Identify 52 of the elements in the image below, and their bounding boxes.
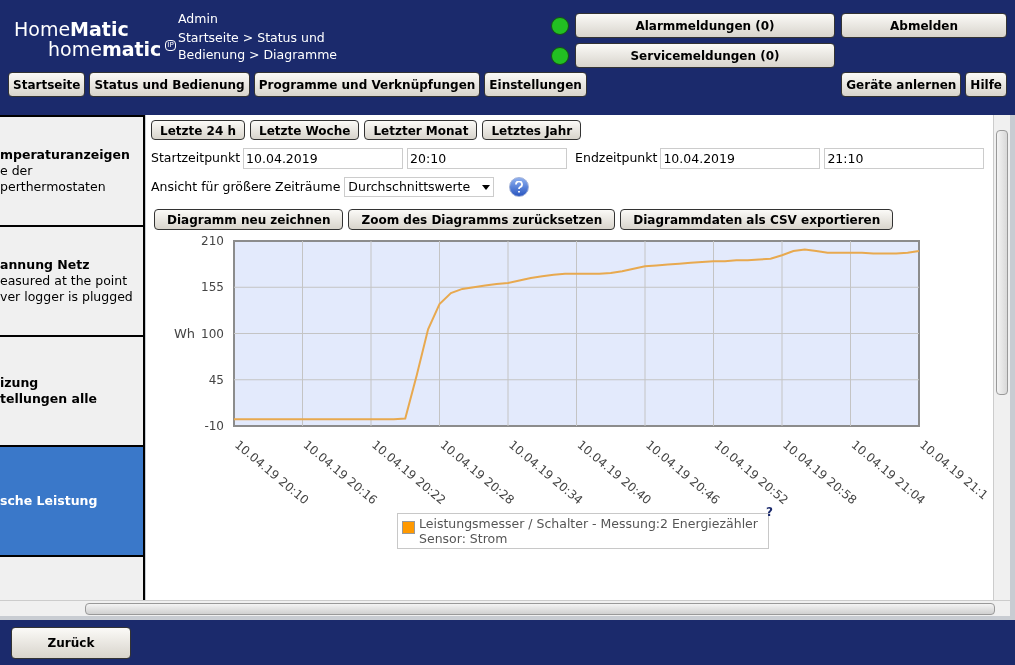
message-button[interactable]: Alarmmeldungen (0) [575, 13, 835, 38]
item-title: sche Leistung [0, 493, 99, 509]
nav-button[interactable]: Startseite [8, 72, 86, 97]
range-button[interactable]: Letzte Woche [250, 120, 360, 140]
nav-button[interactable]: Einstellungen [484, 72, 587, 97]
y-tick-label: 155 [201, 280, 224, 295]
y-tick-label: 100 [201, 326, 224, 341]
user-name: Admin [178, 10, 219, 27]
vertical-scrollbar[interactable] [993, 115, 1010, 600]
nav-button[interactable]: Geräte anlernen [841, 72, 962, 97]
sidebar-item[interactable]: annung Netz easured at the point ver logger is plugged [0, 227, 143, 337]
item-title: izung tellungen alle [0, 375, 98, 407]
view-select[interactable]: Durchschnittswerte [344, 177, 495, 197]
horizontal-scrollbar[interactable] [0, 600, 1010, 616]
date-field[interactable]: 10.04.2019 [660, 147, 821, 169]
y-tick-label: 210 [201, 234, 224, 248]
help-icon[interactable] [509, 177, 530, 197]
range-button[interactable]: Letzter Monat [364, 120, 478, 140]
item-description: e der perthermostaten [0, 163, 107, 195]
breadcrumb: Startseite > Status und Bedienung > Diagramme [178, 29, 339, 63]
logo-text: homematic [48, 39, 162, 59]
date-field[interactable]: 10.04.2019 [243, 147, 404, 169]
range-button[interactable]: Letztes Jahr [482, 120, 582, 140]
logo-text: HomeMatic [14, 19, 130, 39]
action-button[interactable]: Zoom des Diagramms zurücksetzen [348, 209, 616, 230]
item-title: mperaturanzeigen [0, 147, 131, 163]
y-tick-label: -10 [204, 419, 224, 433]
item-description: easured at the point ver logger is plugged [0, 273, 134, 305]
action-button[interactable]: Diagrammdaten als CSV exportieren [620, 209, 894, 230]
sidebar-item[interactable]: izung tellungen alle [0, 337, 143, 447]
nav-button[interactable]: Status und Bedienung [89, 72, 250, 97]
field-label: Startzeitpunkt [151, 148, 241, 167]
nav-button[interactable]: Programme und Verknüpfungen [253, 72, 481, 97]
time-field[interactable]: 20:10 [407, 147, 568, 169]
back-button[interactable]: Zurück [11, 626, 131, 659]
field-label: Ansicht für größere Zeiträume [151, 177, 341, 196]
action-button[interactable]: Diagramm neu zeichnen [154, 209, 344, 230]
legend-swatch [402, 521, 415, 534]
sidebar-item[interactable]: sche Leistung [0, 447, 143, 557]
y-tick-label: 45 [208, 372, 224, 387]
y-axis-label: Wh [174, 325, 196, 341]
message-button[interactable]: Servicemeldungen (0) [575, 43, 835, 68]
time-field[interactable]: 21:10 [824, 147, 985, 169]
nav-button[interactable]: Hilfe [965, 72, 1007, 97]
dropdown-icon [482, 184, 491, 190]
range-button[interactable]: Letzte 24 h [151, 120, 245, 140]
legend-label: Leistungsmesser / Schalter - Messung:2 Energiezähler Sensor: Strom [419, 516, 758, 546]
sidebar-item[interactable]: mperaturanzeigen e der perthermostaten [0, 117, 143, 227]
field-label: Endzeitpunkt [575, 148, 658, 167]
item-title: annung Netz [0, 257, 91, 273]
help-mark[interactable]: ? [766, 505, 773, 517]
logout-button[interactable]: Abmelden [841, 13, 1007, 38]
